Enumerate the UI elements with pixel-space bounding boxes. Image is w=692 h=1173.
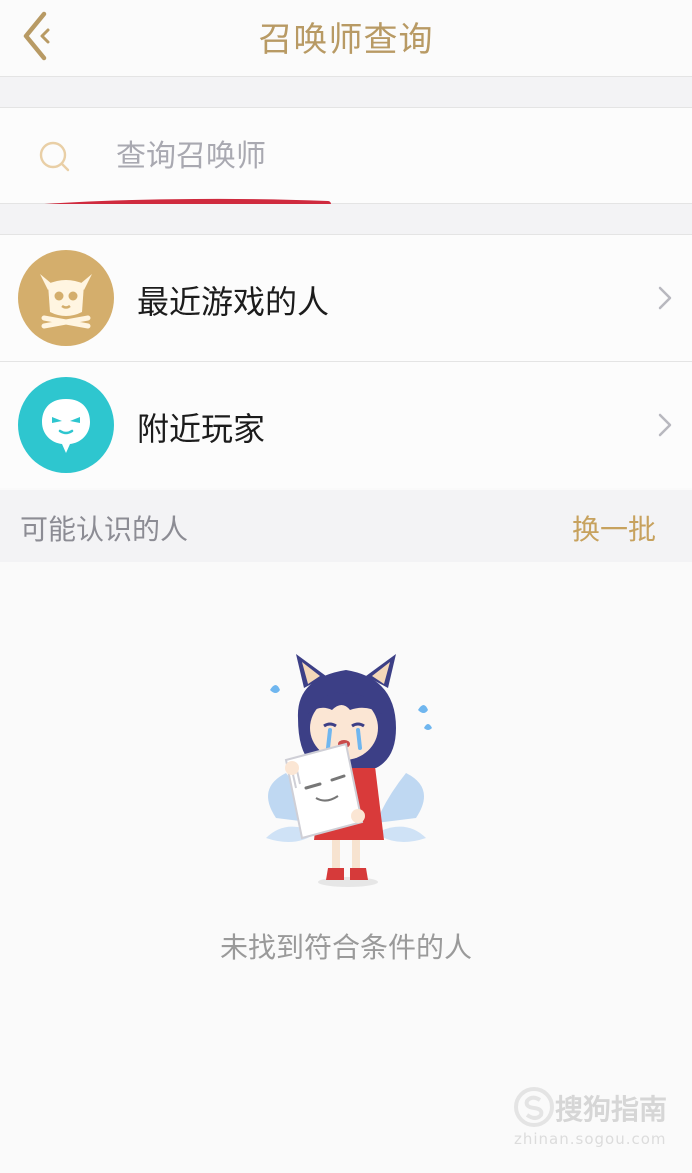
page-title: 召唤师查询 xyxy=(258,20,434,60)
search-icon xyxy=(39,141,70,172)
chevron-right-icon xyxy=(658,413,672,437)
section-spacer xyxy=(0,77,692,108)
helmet-skull-icon xyxy=(18,250,114,346)
chat-ghost-icon xyxy=(18,377,114,473)
top-nav-bar: 召唤师查询 xyxy=(0,0,692,77)
crying-fox-girl-illustration xyxy=(266,654,432,887)
section-spacer xyxy=(0,204,692,235)
watermark-url: zhinan.sogou.com xyxy=(514,1130,667,1148)
list-item-recent-players[interactable]: 最近游戏的人 xyxy=(0,235,692,362)
watermark-brand: 搜狗指南 xyxy=(555,1093,668,1126)
search-input[interactable] xyxy=(112,130,640,182)
search-bar[interactable] xyxy=(0,108,692,204)
list-item-label: 最近游戏的人 xyxy=(137,283,330,321)
empty-state-message: 未找到符合条件的人 xyxy=(219,931,472,964)
list-item-label: 附近玩家 xyxy=(137,410,266,448)
section-header: 可能认识的人 换一批 xyxy=(0,490,692,562)
refresh-button[interactable]: 换一批 xyxy=(572,508,656,548)
list-item-nearby-players[interactable]: 附近玩家 xyxy=(0,362,692,488)
section-title: 可能认识的人 xyxy=(20,513,189,546)
chevron-right-icon xyxy=(658,286,672,310)
